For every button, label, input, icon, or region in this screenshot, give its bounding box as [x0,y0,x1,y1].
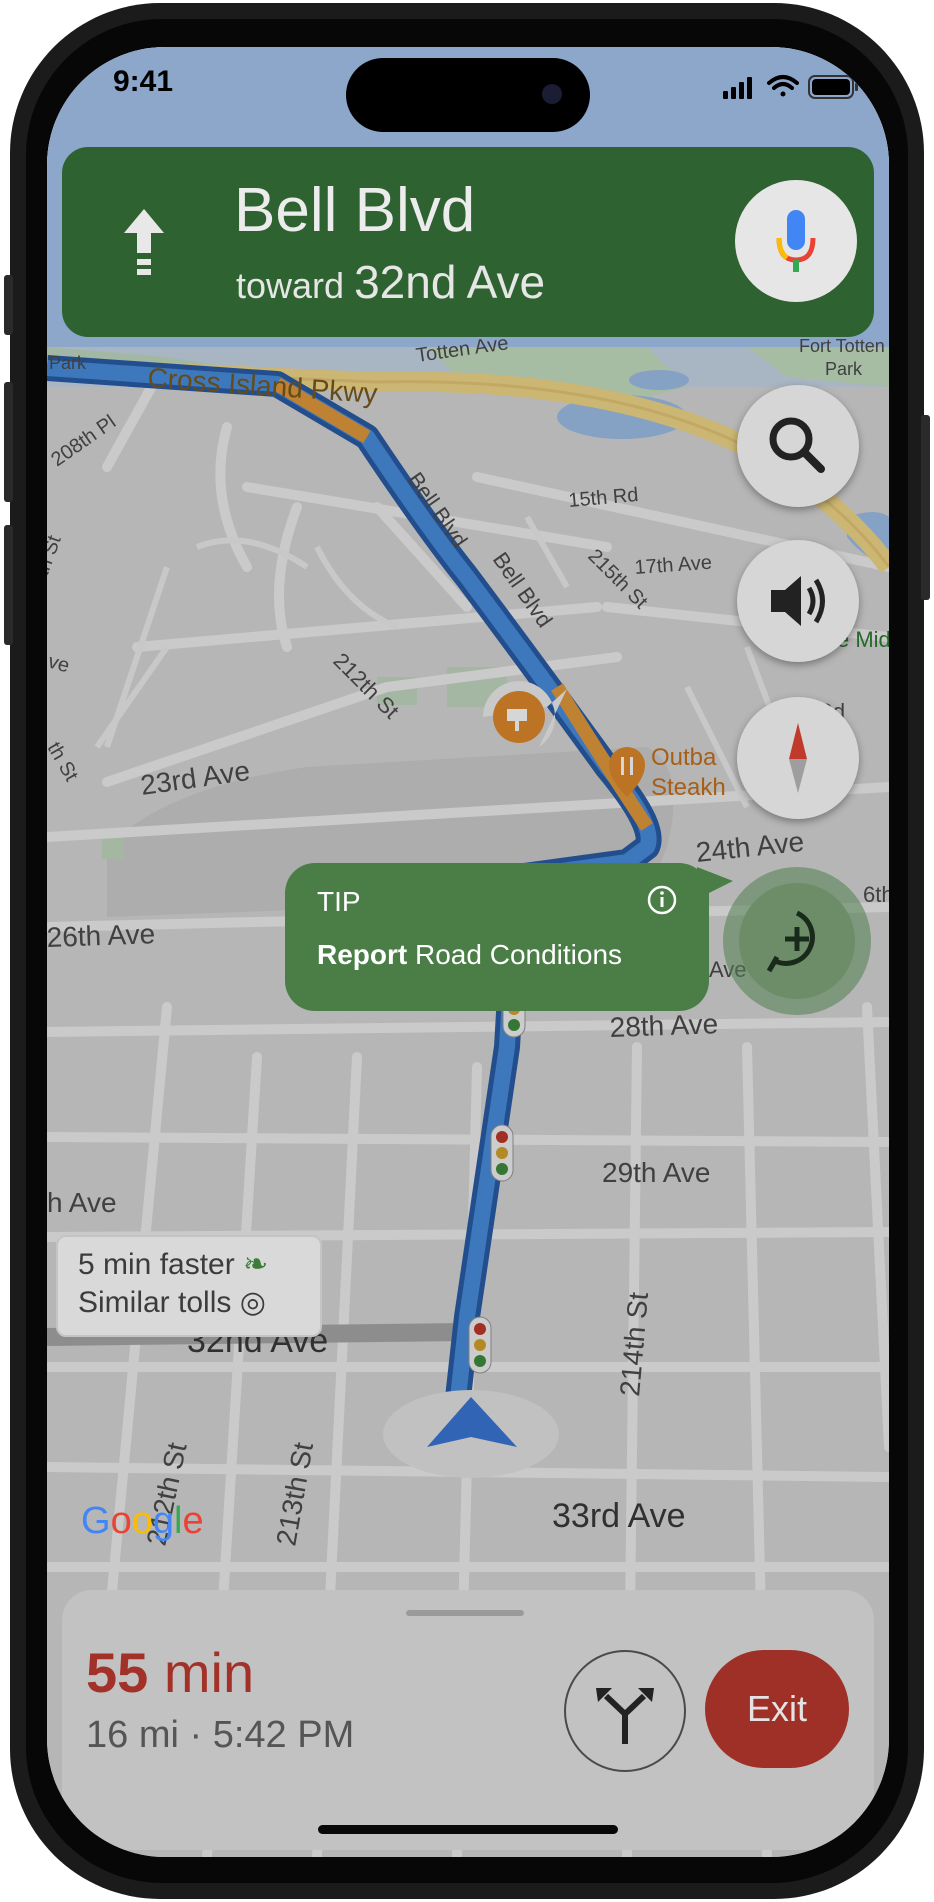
voice-search-button[interactable] [735,180,857,302]
tolls-text: Similar tolls [78,1286,232,1319]
camera-icon [542,84,562,104]
eta-duration: 55 min [86,1640,254,1705]
search-icon [769,417,825,473]
toward-street: toward 32nd Ave [236,255,545,309]
alternate-routes-button[interactable] [564,1650,686,1772]
tip-bubble[interactable]: TIP Report Road Conditions [285,863,709,1011]
speaker-icon [771,576,825,626]
eta-unit: min [163,1641,255,1704]
tip-message-rest: Road Conditions [407,939,623,970]
wifi-icon [767,75,799,97]
battery-icon [808,75,858,99]
tip-title: TIP [317,886,361,917]
compass-icon [789,723,807,793]
sheet-drag-handle[interactable] [406,1610,524,1616]
volume-up-button [4,382,13,502]
logo-letter: o [110,1500,132,1542]
logo-letter: G [81,1500,111,1542]
compass-button[interactable] [737,697,859,819]
sound-button[interactable] [737,540,859,662]
side-button [921,415,930,600]
trip-bottom-sheet[interactable]: 55 min 16 mi · 5:42 PM Exit [62,1590,874,1850]
tip-message-bold: Report [317,939,408,970]
cellular-signal-icon [723,77,752,99]
logo-letter: o [131,1500,153,1542]
trip-distance: 16 mi [86,1714,179,1756]
report-button[interactable] [723,867,871,1015]
status-time: 9:41 [113,65,174,98]
google-logo: Google [81,1500,204,1543]
search-button[interactable] [737,385,859,507]
add-report-icon [766,910,815,973]
callout-line-tolls: Similar tolls ◎ [78,1285,266,1320]
exit-button[interactable]: Exit [705,1650,849,1768]
arrow-straight-icon [124,209,164,275]
trip-separator: · [189,1714,203,1756]
info-icon[interactable] [645,883,679,917]
volume-down-button [4,525,13,645]
next-street-name: Bell Blvd [234,176,476,245]
home-indicator[interactable] [318,1825,618,1834]
faster-text: 5 min faster [78,1248,235,1281]
arrival-time: 5:42 PM [212,1714,355,1756]
microphone-icon [776,210,816,272]
logo-letter: g [152,1500,174,1542]
trip-details: 16 mi · 5:42 PM [86,1714,354,1757]
callout-line-faster: 5 min faster ❧ [78,1247,268,1282]
toward-prefix: toward [236,265,345,306]
mute-switch [4,275,13,335]
toll-icon: ◎ [239,1286,266,1319]
status-icons [723,75,858,99]
logo-letter: e [182,1500,204,1542]
route-fork-icon [596,1688,654,1744]
leaf-icon: ❧ [243,1248,269,1281]
navigation-banner[interactable]: Bell Blvd toward 32nd Ave [62,147,874,337]
tip-message: Report Road Conditions [317,939,622,971]
screen: Park Totten Ave Fort Totten Park Cross I… [47,47,889,1857]
alternate-route-callout[interactable]: 5 min faster ❧ Similar tolls ◎ [56,1235,322,1337]
eta-value: 55 [86,1641,149,1704]
toward-street-name: 32nd Ave [354,256,546,308]
report-button-inner [739,883,855,999]
dynamic-island [346,58,590,132]
